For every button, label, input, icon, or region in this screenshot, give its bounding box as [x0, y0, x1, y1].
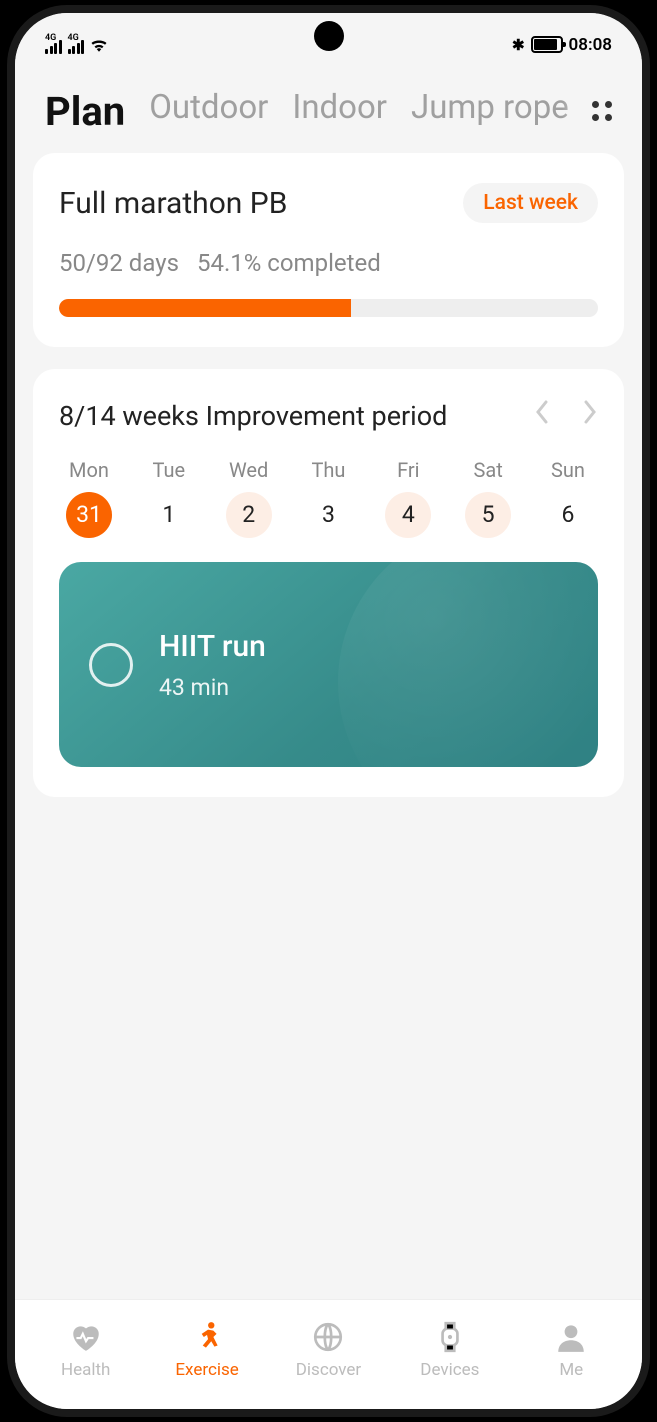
screen: 4G 4G ✱ 08:08 Plan Outdoor Indoor Jump rope: [15, 13, 642, 1409]
nav-label: Me: [511, 1360, 632, 1380]
status-right: ✱ 08:08: [512, 35, 612, 55]
day-label: Sat: [458, 458, 518, 482]
nav-label: Discover: [268, 1360, 389, 1380]
heart-icon: [25, 1318, 146, 1356]
tab-plan[interactable]: Plan: [45, 88, 125, 135]
day-sat[interactable]: Sat 5: [458, 458, 518, 538]
wifi-icon: [90, 38, 108, 52]
nav-label: Devices: [389, 1360, 510, 1380]
training-period-card: 8/14 weeks Improvement period Mon31Tue1W…: [33, 369, 624, 797]
workout-status-circle-icon: [89, 643, 133, 687]
tab-indoor[interactable]: Indoor: [292, 88, 387, 135]
nav-devices[interactable]: Devices: [389, 1318, 510, 1380]
day-label: Sun: [538, 458, 598, 482]
week-day-row: Mon 31 Tue 1 Wed 2 Thu 3 Fri 4 Sat 5 Sun 6: [59, 458, 598, 538]
plan-days-text: 50/92 days: [59, 249, 179, 277]
period-next-button[interactable]: [582, 399, 598, 432]
nav-discover[interactable]: Discover: [268, 1318, 389, 1380]
more-tabs-button[interactable]: [562, 68, 642, 153]
day-number: 6: [545, 492, 591, 538]
plan-subline: 50/92 days 54.1% completed: [59, 249, 598, 277]
nav-label: Exercise: [146, 1360, 267, 1380]
day-tue[interactable]: Tue 1: [139, 458, 199, 538]
globe-icon: [268, 1318, 389, 1356]
day-number: 3: [305, 492, 351, 538]
top-tabs: Plan Outdoor Indoor Jump rope: [15, 68, 642, 153]
plan-completed-text: 54.1% completed: [197, 249, 381, 277]
nav-label: Health: [25, 1360, 146, 1380]
phone-frame: 4G 4G ✱ 08:08 Plan Outdoor Indoor Jump rope: [7, 5, 650, 1417]
workout-duration: 43 min: [159, 674, 266, 701]
day-label: Mon: [59, 458, 119, 482]
plan-title: Full marathon PB: [59, 186, 287, 221]
plan-period-badge[interactable]: Last week: [463, 183, 598, 223]
day-thu[interactable]: Thu 3: [298, 458, 358, 538]
chevron-left-icon: [534, 399, 550, 425]
plan-progress-fill: [59, 299, 351, 317]
daily-workout-card[interactable]: HIIT run 43 min: [59, 562, 598, 767]
nav-health[interactable]: Health: [25, 1318, 146, 1380]
day-label: Tue: [139, 458, 199, 482]
watch-icon: [389, 1318, 510, 1356]
runner-icon: [146, 1318, 267, 1356]
workout-title: HIIT run: [159, 629, 266, 664]
battery-icon: [531, 36, 563, 53]
day-wed[interactable]: Wed 2: [219, 458, 279, 538]
period-prev-button[interactable]: [534, 399, 550, 432]
nav-me[interactable]: Me: [511, 1318, 632, 1380]
day-label: Thu: [298, 458, 358, 482]
chevron-right-icon: [582, 399, 598, 425]
day-number: 2: [226, 492, 272, 538]
front-camera-notch: [314, 21, 344, 51]
cellular-1-label: 4G: [45, 33, 56, 43]
day-fri[interactable]: Fri 4: [378, 458, 438, 538]
tab-jump-rope[interactable]: Jump rope: [411, 88, 569, 135]
status-left: 4G 4G: [45, 36, 108, 54]
tab-outdoor[interactable]: Outdoor: [149, 88, 268, 135]
period-title: 8/14 weeks Improvement period: [59, 400, 447, 432]
person-icon: [511, 1318, 632, 1356]
bottom-nav: HealthExerciseDiscoverDevicesMe: [15, 1299, 642, 1409]
cellular-signal-2: 4G: [68, 36, 85, 54]
day-number: 31: [66, 492, 112, 538]
day-sun[interactable]: Sun 6: [538, 458, 598, 538]
plan-summary-card[interactable]: Full marathon PB Last week 50/92 days 54…: [33, 153, 624, 347]
bluetooth-icon: ✱: [512, 36, 525, 54]
day-label: Fri: [378, 458, 438, 482]
content-scroll[interactable]: Full marathon PB Last week 50/92 days 54…: [15, 153, 642, 1299]
grid-dots-icon: [592, 101, 612, 121]
day-mon[interactable]: Mon 31: [59, 458, 119, 538]
day-number: 5: [465, 492, 511, 538]
nav-exercise[interactable]: Exercise: [146, 1318, 267, 1380]
cellular-signal-1: 4G: [45, 36, 62, 54]
clock-time: 08:08: [569, 35, 612, 55]
cellular-2-label: 4G: [68, 33, 79, 43]
plan-progress-track: [59, 299, 598, 317]
day-label: Wed: [219, 458, 279, 482]
day-number: 1: [146, 492, 192, 538]
day-number: 4: [385, 492, 431, 538]
